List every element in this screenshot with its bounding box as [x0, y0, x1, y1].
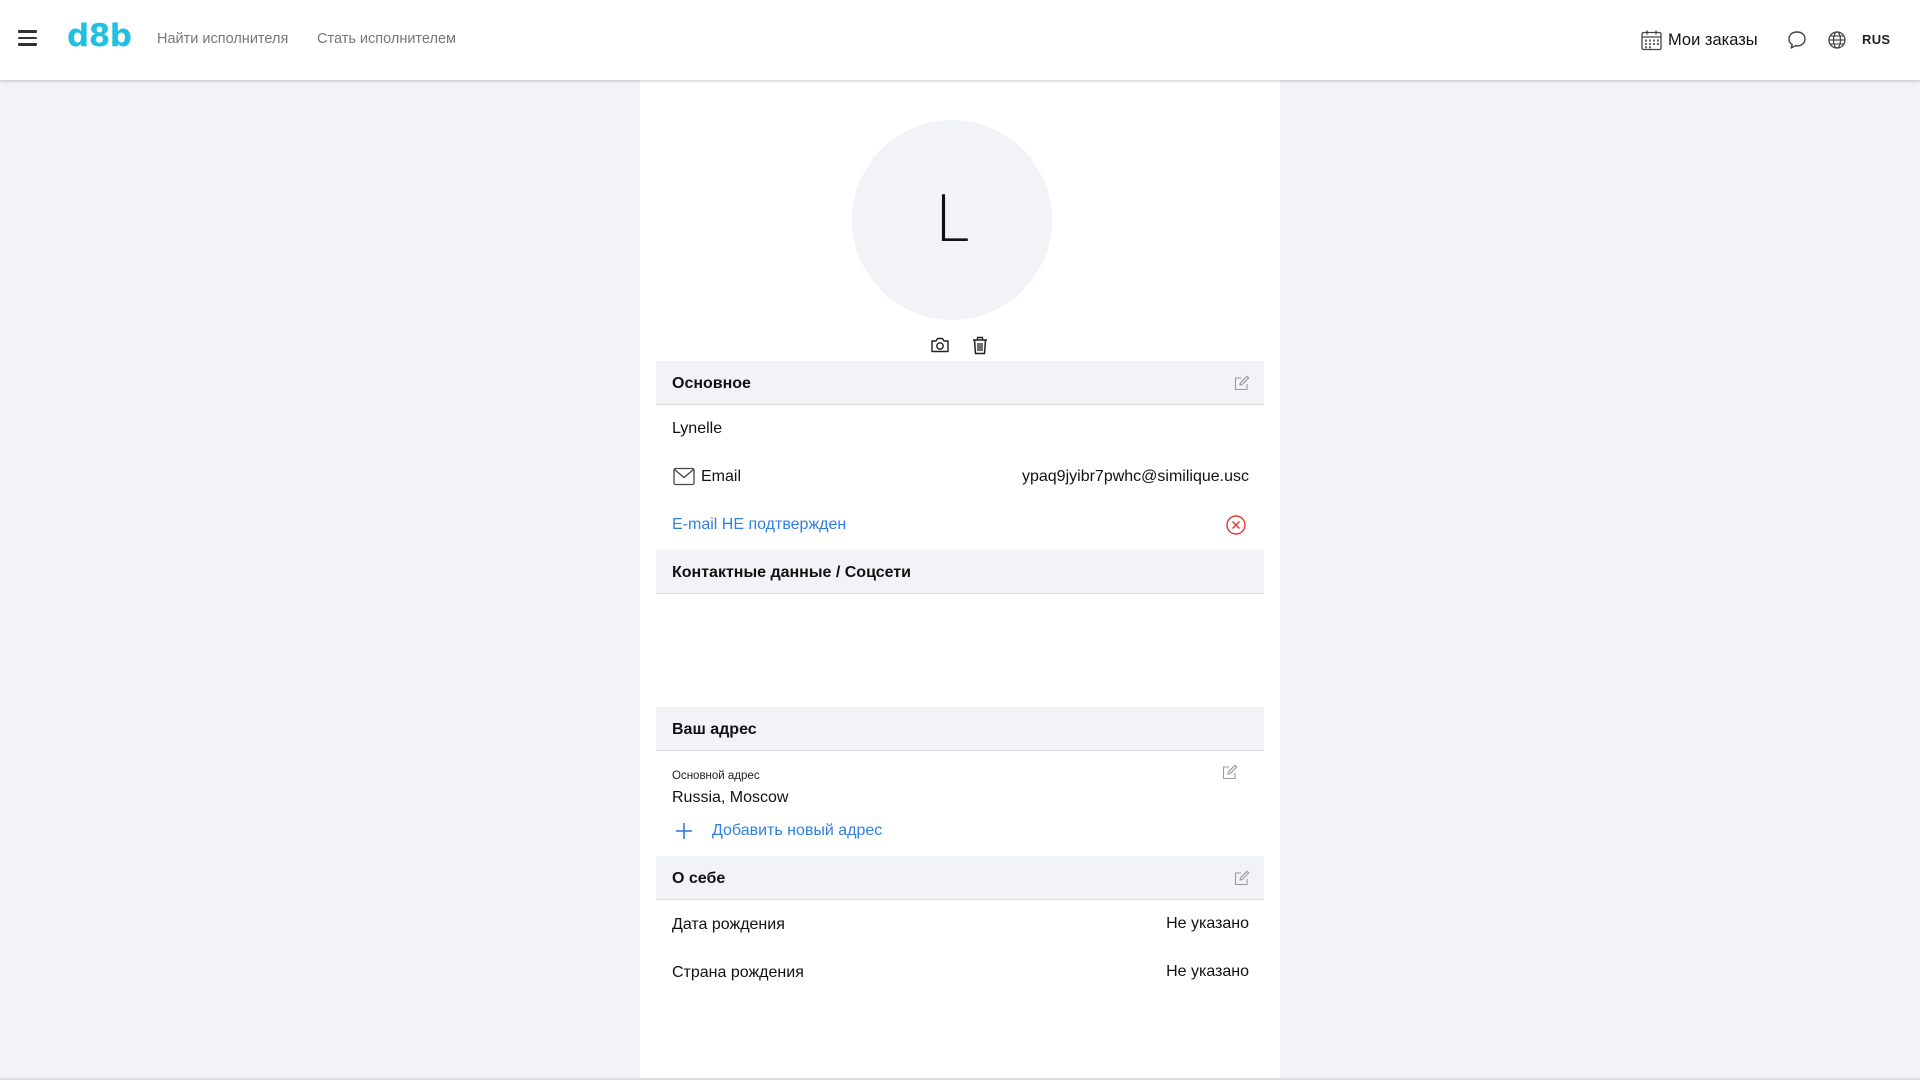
section-contacts-title: Контактные данные / Соцсети [672, 564, 911, 581]
birth-country-value: Не указано [1166, 963, 1249, 980]
add-address-label: Добавить новый адрес [712, 822, 883, 839]
top-header: d8b Найти исполнителя Стать исполнителем… [0, 0, 1920, 80]
plus-icon [676, 823, 692, 839]
section-address-title: Ваш адрес [672, 721, 757, 738]
section-about-header: О себе [656, 856, 1264, 900]
nav-find-performer[interactable]: Найти исполнителя [157, 31, 288, 47]
user-name: Lynelle [672, 420, 723, 437]
birth-date-label: Дата рождения [672, 916, 785, 933]
email-label: Email [701, 468, 742, 485]
section-main-header: Основное [656, 361, 1264, 405]
avatar: L [852, 120, 1052, 320]
primary-address-label: Основной адрес [672, 770, 760, 782]
edit-icon[interactable] [1234, 375, 1250, 391]
camera-icon[interactable] [929, 334, 951, 356]
section-main-title: Основное [672, 375, 751, 392]
edit-about-icon[interactable] [1234, 870, 1250, 886]
logo[interactable]: d8b [67, 18, 132, 54]
email-not-confirmed-link[interactable]: E-mail НЕ подтвержден [672, 516, 846, 534]
section-contacts-header: Контактные данные / Соцсети [656, 550, 1264, 594]
email-value: ypaq9jyibr7pwhc@similique.usc [1021, 468, 1249, 485]
error-circle-icon [1226, 515, 1246, 535]
calendar-icon [1641, 30, 1662, 50]
mail-icon [673, 467, 695, 486]
my-orders-label: Мои заказы [1668, 30, 1758, 49]
my-orders-button[interactable]: Мои заказы [1641, 28, 1758, 52]
section-address-header: Ваш адрес [656, 707, 1264, 751]
birth-country-label: Страна рождения [672, 964, 804, 981]
globe-icon[interactable] [1826, 29, 1848, 51]
chat-icon[interactable] [1786, 29, 1808, 51]
edit-address-icon[interactable] [1222, 764, 1238, 780]
primary-address-value: Russia, Moscow [672, 789, 789, 806]
add-address-button[interactable]: Добавить новый адрес [675, 822, 882, 840]
section-about-title: О себе [672, 870, 726, 887]
birth-date-value: Не указано [1166, 915, 1249, 932]
trash-icon[interactable] [969, 334, 991, 356]
menu-icon[interactable] [16, 26, 40, 52]
language-selector[interactable]: RUS [1862, 32, 1890, 47]
nav-become-performer[interactable]: Стать исполнителем [317, 31, 456, 47]
